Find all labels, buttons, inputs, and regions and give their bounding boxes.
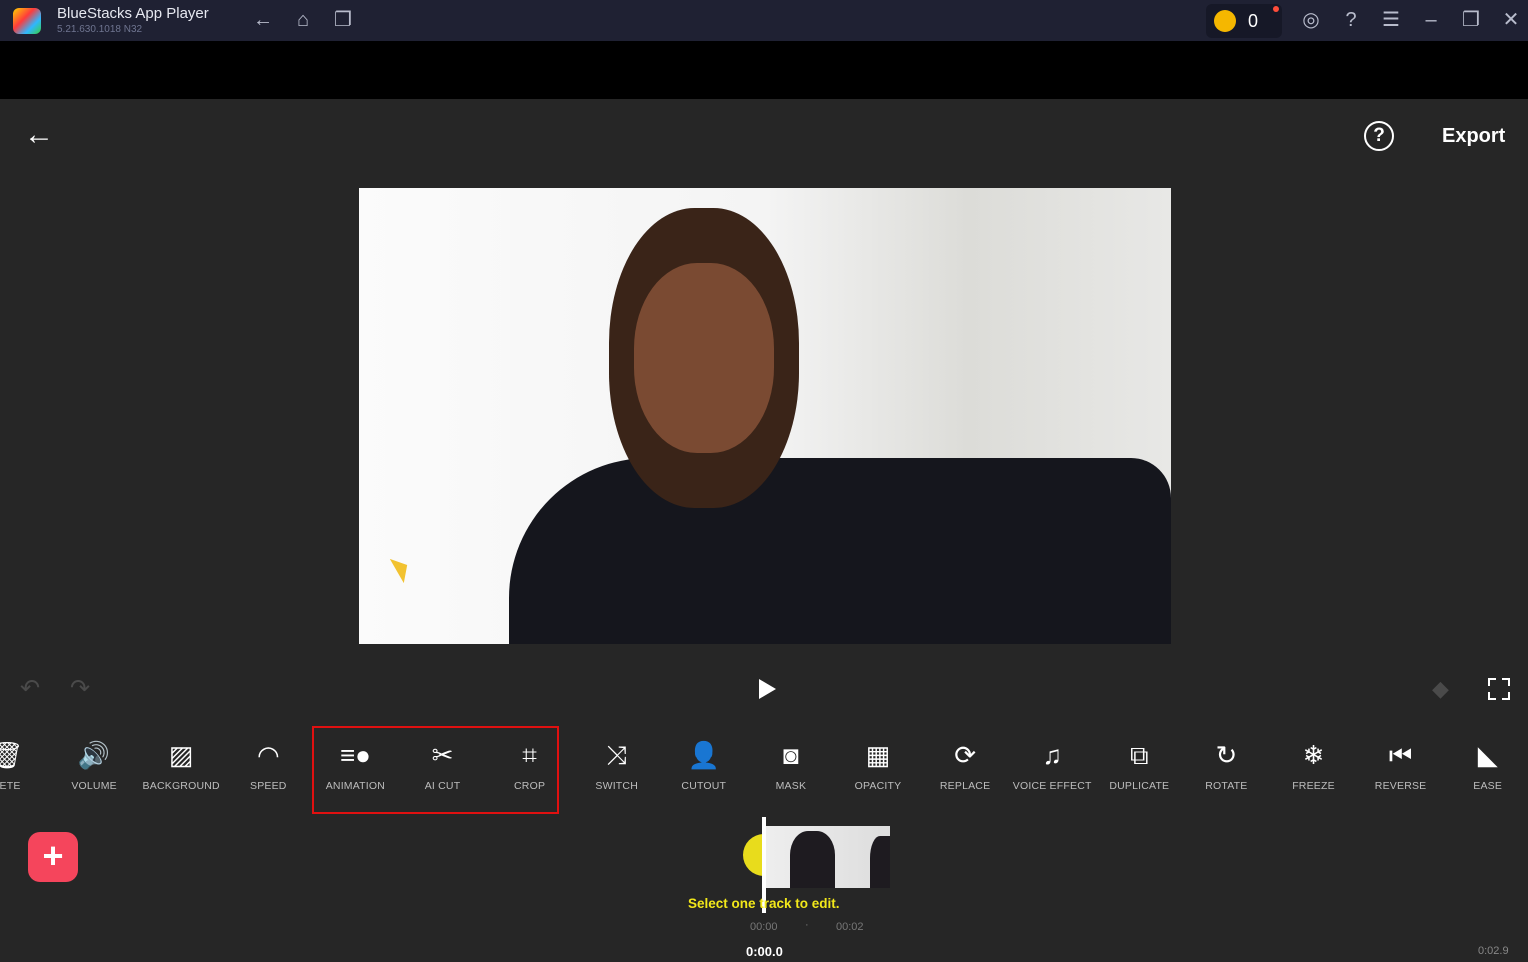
play-button[interactable] [759,679,776,699]
help-icon[interactable]: ? [1338,8,1364,32]
tool-label: ROTATE [1205,780,1248,792]
rotate-icon: ↻ [1215,740,1238,770]
tool-label: CUTOUT [681,780,727,792]
reverse-icon: ⏮ [1388,740,1413,770]
coin-count: 0 [1248,11,1259,31]
minimize-icon[interactable]: – [1418,8,1444,32]
current-time: 0:00.0 [746,944,783,959]
tool-label: REVERSE [1374,780,1427,792]
tool-opacity[interactable]: ▦ OPACITY [835,738,921,792]
tool-label: FREEZE [1292,780,1335,792]
keyframe-icon[interactable]: ◆ [1432,676,1449,702]
tool-label: REPLACE [939,780,991,792]
account-icon[interactable]: ◎ [1298,8,1324,32]
mask-icon: ◙ [783,740,799,770]
tool-label: EASE [1473,780,1503,792]
coin-icon [1214,10,1236,32]
coin-counter[interactable]: 0 [1206,4,1282,38]
tool-ease[interactable]: ◣ EASE [1445,738,1528,792]
tool-label: VOICE EFFECT [1012,780,1092,792]
tool-replace[interactable]: ⟳ REPLACE [922,738,1008,792]
tool-label: SWITCH [595,780,638,792]
tool-switch[interactable]: ⤨ SWITCH [574,738,660,792]
tool-lete[interactable]: 🗑 LETE [0,738,50,792]
menu-icon[interactable]: ☰ [1378,8,1404,32]
volume-icon: 🔊 [77,740,111,770]
tool-label: DUPLICATE [1109,780,1170,792]
back-button[interactable]: ← [24,118,54,152]
tick-end: 00:02 [836,921,864,933]
tool-label: LETE [0,780,21,792]
video-track-clip[interactable] [765,826,890,888]
background-icon: ▨ [168,740,194,770]
help-button[interactable]: ? [1364,121,1394,151]
back-arrow-icon[interactable]: ← [250,8,276,32]
freeze-icon: ❄ [1302,740,1325,770]
video-preview[interactable] [359,188,1171,644]
speed-icon: ◠ [256,740,280,770]
tool-duplicate[interactable]: ⧉ DUPLICATE [1096,738,1182,792]
tool-background[interactable]: ▨ BACKGROUND [138,738,224,792]
highlight-box [312,726,559,814]
duplicate-icon: ⧉ [1130,740,1149,770]
export-button[interactable]: Export [1442,125,1505,148]
fullscreen-icon[interactable] [1488,678,1510,700]
title-bar: BlueStacks App Player 5.21.630.1018 N32 … [0,0,1528,41]
replace-icon: ⟳ [954,740,976,770]
tool-label: MASK [775,780,807,792]
app-title: BlueStacks App Player [57,5,209,22]
home-icon[interactable]: ⌂ [290,8,316,32]
tool-mask[interactable]: ◙ MASK [748,738,834,792]
duration: 0:02.9 [1478,945,1509,957]
edit-hint: Select one track to edit. [688,896,840,911]
tick-start: 00:00 [750,921,778,933]
voice-effect-icon: ♫ [1042,740,1062,770]
tick-dot: · [805,919,809,931]
notification-dot [1273,6,1279,12]
shuffle-icon: ⤨ [606,740,628,770]
tool-speed[interactable]: ◠ SPEED [225,738,311,792]
tool-volume[interactable]: 🔊 VOLUME [51,738,137,792]
opacity-icon: ▦ [865,740,891,770]
bluestacks-logo [13,8,41,34]
cutout-icon: 👤 [687,740,720,770]
redo-icon[interactable]: ↷ [70,674,90,703]
tool-label: SPEED [249,780,287,792]
tool-cutout[interactable]: 👤 CUTOUT [661,738,747,792]
status-bar [0,41,1528,99]
video-subject-face [634,263,774,453]
tool-freeze[interactable]: ❄ FREEZE [1271,738,1357,792]
tool-label: VOLUME [71,780,117,792]
undo-icon[interactable]: ↶ [20,674,40,703]
tool-voice-effect[interactable]: ♫ VOICE EFFECT [1009,738,1095,792]
tool-label: BACKGROUND [142,780,220,792]
close-icon[interactable]: ✕ [1498,8,1524,32]
tool-label: OPACITY [854,780,902,792]
tool-rotate[interactable]: ↻ ROTATE [1183,738,1269,792]
restore-icon[interactable]: ❐ [1458,8,1484,32]
trash-icon: 🗑 [0,740,24,770]
app-version: 5.21.630.1018 N32 [57,24,143,35]
video-subject-body [509,458,1171,644]
recent-apps-icon[interactable]: ❐ [330,8,356,32]
tool-reverse[interactable]: ⏮ REVERSE [1358,738,1444,792]
add-track-button[interactable]: + [28,832,78,882]
ease-icon: ◣ [1477,740,1498,770]
